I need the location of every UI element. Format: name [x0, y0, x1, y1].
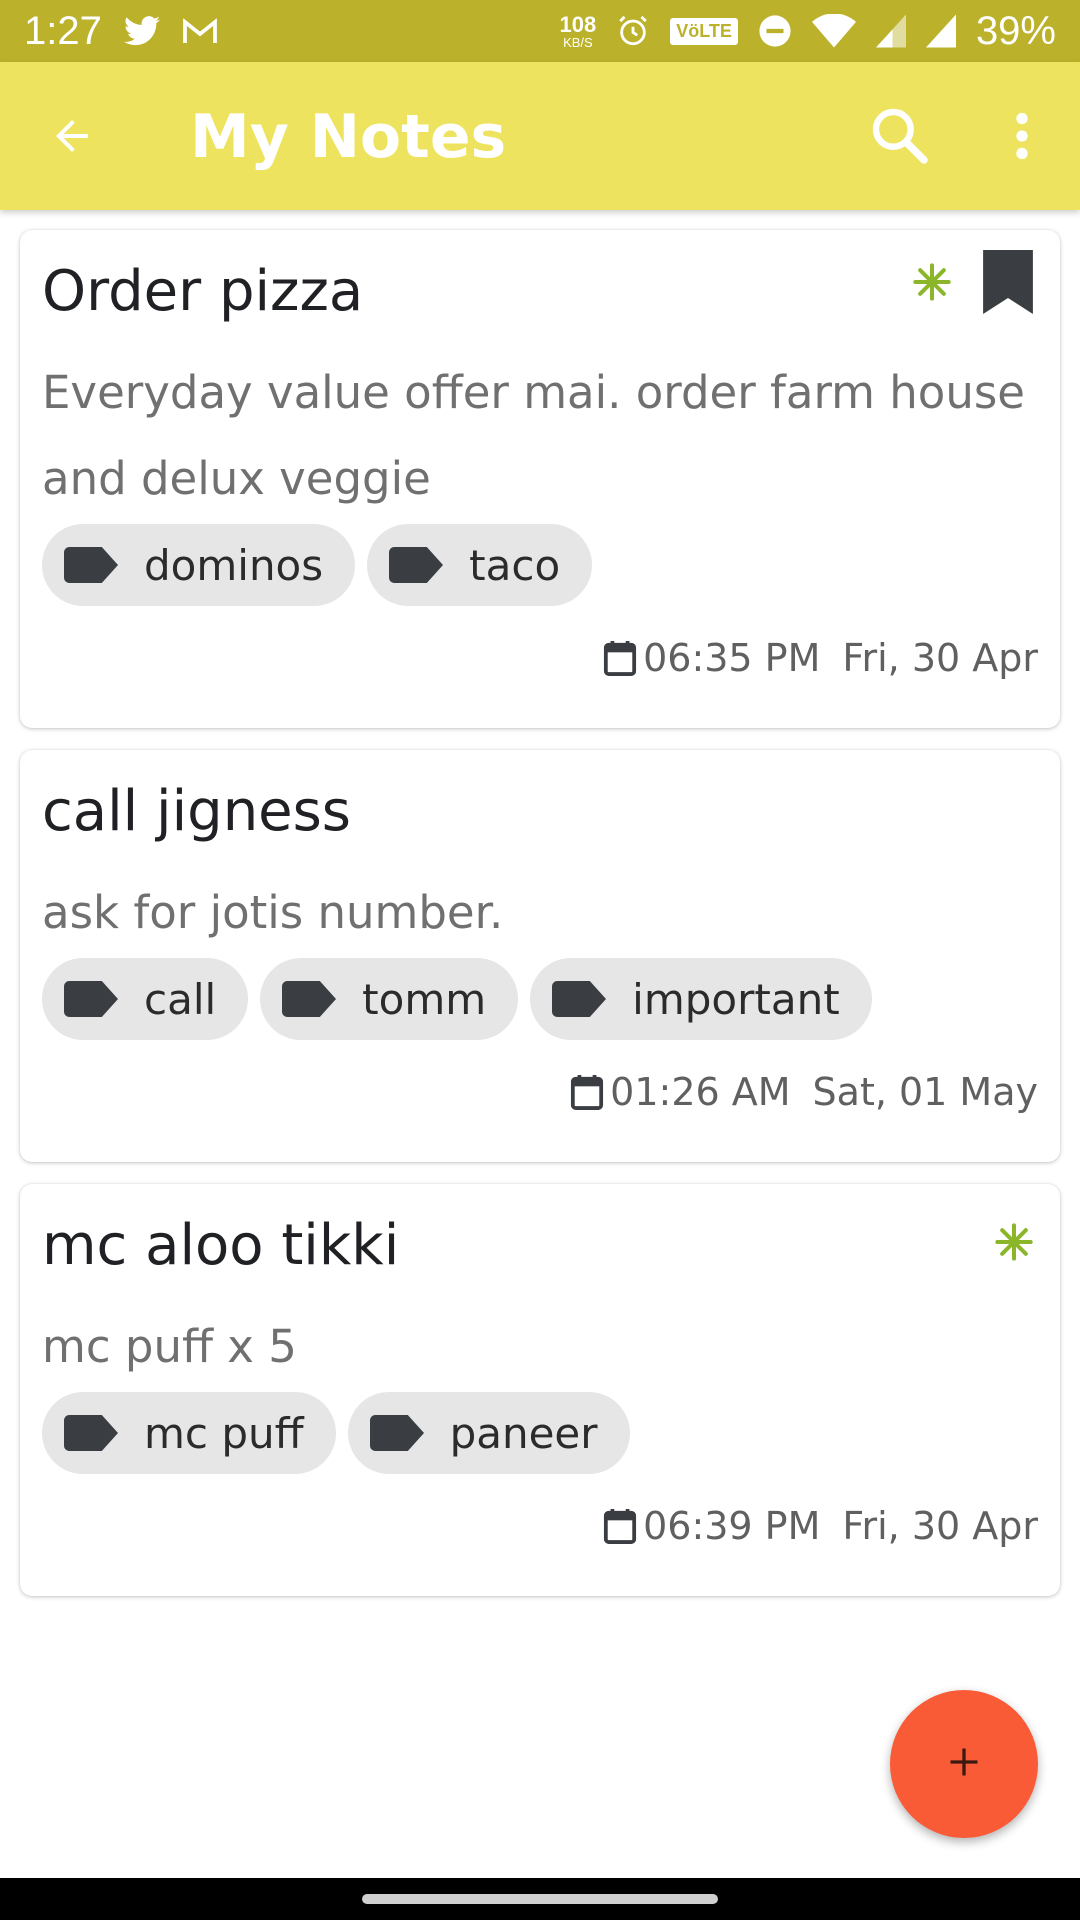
wifi-icon: [811, 14, 856, 48]
tag-label: mc puff: [144, 1408, 304, 1458]
bookmark-icon[interactable]: [982, 250, 1034, 318]
note-timestamp: 06:35 PM Fri, 30 Apr: [42, 606, 1038, 710]
tag-chip[interactable]: dominos: [42, 524, 356, 606]
signal-icon: [925, 14, 956, 48]
calendar-icon: [603, 639, 637, 677]
note-title: call jigness: [42, 779, 351, 844]
add-note-button[interactable]: [890, 1690, 1038, 1838]
status-time: 1:27: [24, 8, 102, 53]
gmail-icon: [182, 17, 218, 45]
note-card[interactable]: mc aloo tikki mc puff x 5 mc puff paneer…: [20, 1184, 1060, 1596]
home-gesture-pill[interactable]: [362, 1894, 718, 1904]
note-card[interactable]: call jigness ask for jotis number. call …: [20, 750, 1060, 1162]
tag-chip[interactable]: taco: [367, 524, 593, 606]
dnd-icon: [758, 14, 792, 48]
search-icon[interactable]: [866, 102, 934, 170]
tag-list: dominos taco: [42, 524, 1038, 606]
net-speed: 108 KB/S: [559, 11, 597, 50]
note-date: Sat, 01 May: [812, 1070, 1038, 1114]
tag-list: mc puff paneer: [42, 1392, 1038, 1474]
alarm-icon: [616, 14, 650, 48]
note-date: Fri, 30 Apr: [842, 1504, 1038, 1548]
tag-label: dominos: [144, 540, 324, 590]
calendar-icon: [570, 1073, 604, 1111]
plus-icon: [946, 1744, 982, 1784]
label-icon: [64, 1415, 118, 1451]
note-time: 06:35 PM: [643, 636, 821, 680]
label-icon: [552, 981, 607, 1017]
label-icon: [282, 981, 337, 1017]
label-icon: [369, 1415, 424, 1451]
note-time: 01:26 AM: [610, 1070, 791, 1114]
page-title: My Notes: [190, 102, 507, 172]
note-timestamp: 06:39 PM Fri, 30 Apr: [42, 1474, 1038, 1578]
back-arrow-icon[interactable]: [44, 108, 100, 164]
app-bar: My Notes: [0, 62, 1080, 210]
note-date: Fri, 30 Apr: [842, 636, 1038, 680]
note-time: 06:39 PM: [643, 1504, 821, 1548]
note-title: Order pizza: [42, 259, 364, 324]
twitter-icon: [123, 16, 160, 46]
note-title: mc aloo tikki: [42, 1213, 400, 1278]
tag-chip[interactable]: mc puff: [42, 1392, 336, 1474]
tag-chip[interactable]: paneer: [347, 1392, 630, 1474]
note-body: Everyday value offer mai. order farm hou…: [42, 366, 1025, 505]
status-bar: 1:27 108 KB/S VöLTE 39%: [0, 0, 1080, 62]
reminder-icon: [994, 1222, 1034, 1266]
note-card[interactable]: Order pizza Everyday value offer mai. or…: [20, 230, 1060, 728]
tag-label: tomm: [362, 974, 487, 1024]
battery-percent: 39%: [975, 8, 1056, 53]
more-vert-icon[interactable]: [1000, 102, 1044, 170]
calendar-icon: [603, 1507, 637, 1545]
notes-list: Order pizza Everyday value offer mai. or…: [20, 230, 1060, 1618]
note-timestamp: 01:26 AM Sat, 01 May: [42, 1040, 1038, 1144]
volte-badge: VöLTE: [670, 17, 738, 45]
tag-chip[interactable]: tomm: [260, 958, 519, 1040]
reminder-icon: [912, 262, 952, 306]
label-icon: [64, 981, 118, 1017]
signal-icon: [875, 14, 906, 48]
label-icon: [64, 547, 118, 583]
note-body: mc puff x 5: [42, 1320, 297, 1373]
note-body: ask for jotis number.: [42, 886, 504, 939]
tag-label: important: [632, 974, 840, 1024]
tag-label: taco: [469, 540, 561, 590]
system-nav-bar: [0, 1878, 1080, 1920]
tag-chip[interactable]: call: [42, 958, 249, 1040]
tag-chip[interactable]: important: [530, 958, 872, 1040]
tag-label: call: [144, 974, 217, 1024]
tag-list: call tomm important: [42, 958, 1038, 1040]
tag-label: paneer: [449, 1408, 598, 1458]
label-icon: [389, 547, 444, 583]
